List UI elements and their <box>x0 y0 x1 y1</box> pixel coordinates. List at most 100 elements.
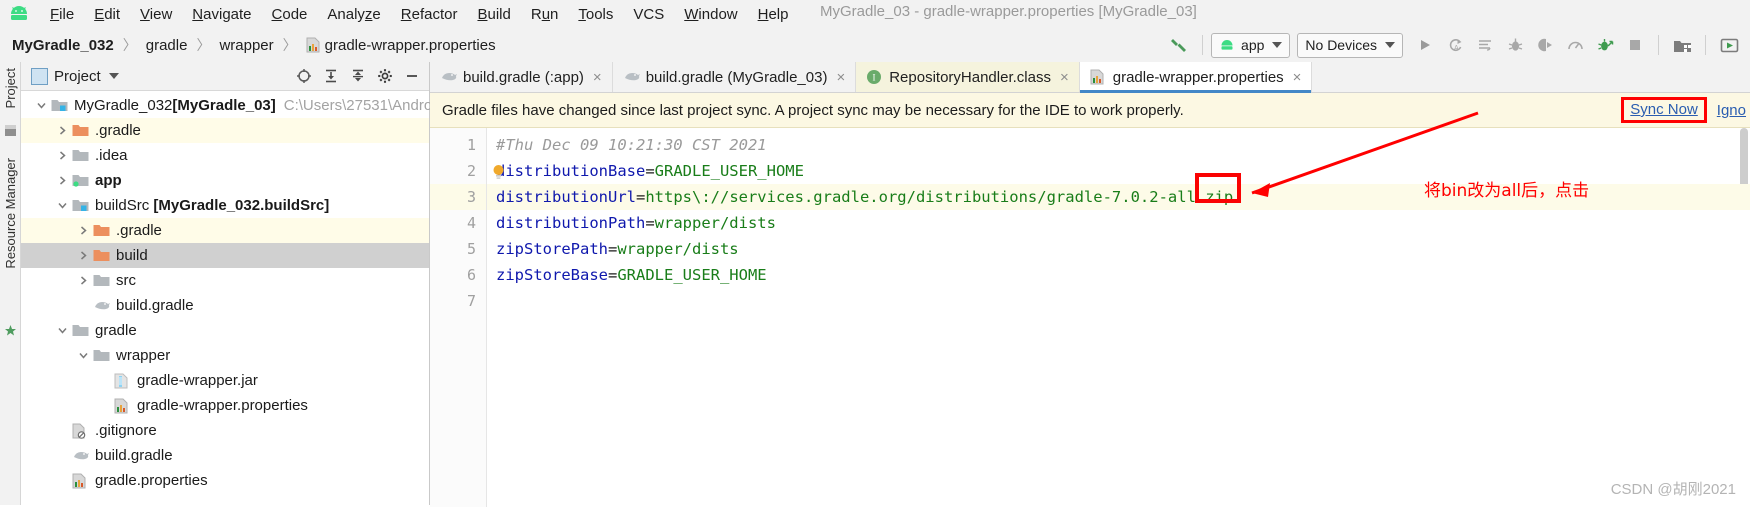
folder-gray-icon <box>93 273 110 289</box>
chevron-right-icon[interactable] <box>77 249 90 262</box>
code-line[interactable] <box>487 288 1750 314</box>
sync-now-link[interactable]: Sync Now <box>1630 101 1698 118</box>
collapse-all-icon[interactable] <box>344 63 371 89</box>
editor-tabbar[interactable]: build.gradle (:app) × build.gradle (MyGrad… <box>430 62 1750 93</box>
line-number-gutter: 1 2 3 4 5 6 7 <box>430 128 487 507</box>
menu-item-help[interactable]: Help <box>748 4 799 25</box>
annotation-note: 将bin改为all后，点击 <box>1424 181 1590 201</box>
tree-item[interactable]: app <box>21 168 429 193</box>
bookmark-icon[interactable] <box>4 324 17 337</box>
attach-debugger-icon[interactable] <box>1530 32 1560 58</box>
tree-item[interactable]: build.gradle <box>21 443 429 468</box>
editor-tab-1[interactable]: build.gradle (MyGradle_03) × <box>612 62 857 92</box>
rail-resource-manager-label[interactable]: Resource Manager <box>3 158 18 269</box>
code-line[interactable]: zipStoreBase=GRADLE_USER_HOME <box>487 262 1750 288</box>
profiler-icon[interactable] <box>1560 32 1590 58</box>
code-line[interactable]: distributionPath=wrapper/dists <box>487 210 1750 236</box>
editor-tab-0[interactable]: build.gradle (:app) × <box>430 62 613 92</box>
chevron-down-icon[interactable] <box>35 99 48 112</box>
menu-item-file[interactable]: File <box>40 4 84 25</box>
menu-item-edit[interactable]: Edit <box>84 4 130 25</box>
hide-panel-icon[interactable] <box>398 63 425 89</box>
menu-item-vcs[interactable]: VCS <box>623 4 674 25</box>
debug-icon[interactable] <box>1500 32 1530 58</box>
editor-tab-label: RepositoryHandler.class <box>889 68 1051 86</box>
close-icon[interactable]: × <box>593 69 602 86</box>
breadcrumb-item-2[interactable]: wrapper <box>219 37 273 54</box>
line-number: 4 <box>466 214 476 232</box>
tree-item-label: .gitignore <box>95 422 157 439</box>
folder-gray-icon <box>72 323 89 339</box>
breadcrumb-item-0[interactable]: MyGradle_032 <box>12 37 114 54</box>
intention-bulb-icon[interactable] <box>492 163 505 180</box>
menu-item-analyze[interactable]: Analyze <box>317 4 390 25</box>
chevron-down-icon[interactable] <box>77 349 90 362</box>
properties-file-icon <box>114 398 131 414</box>
settings-gear-icon[interactable] <box>371 63 398 89</box>
stop-button[interactable] <box>1620 32 1650 58</box>
ignore-link[interactable]: Igno <box>1717 102 1746 119</box>
tree-item[interactable]: wrapper <box>21 343 429 368</box>
close-icon[interactable]: × <box>836 69 845 86</box>
breadcrumb-item-3[interactable]: gradle-wrapper.properties <box>306 37 496 54</box>
sdk-manager-icon[interactable] <box>1667 32 1697 58</box>
menu-item-refactor[interactable]: Refactor <box>391 4 468 25</box>
code-line[interactable]: #Thu Dec 09 10:21:30 CST 2021 <box>487 132 1750 158</box>
menu-item-build[interactable]: Build <box>467 4 520 25</box>
structure-icon[interactable] <box>4 124 17 137</box>
editor-tab-3[interactable]: gradle-wrapper.properties × <box>1079 62 1313 93</box>
breadcrumb[interactable]: MyGradle_032 〉 gradle 〉 wrapper 〉 gradle-wrapp… <box>0 35 496 55</box>
run-with-coverage-icon[interactable] <box>1590 32 1620 58</box>
menu-item-run[interactable]: Run <box>521 4 569 25</box>
menu-item-window[interactable]: Window <box>674 4 747 25</box>
module-selector[interactable]: app <box>1211 32 1291 58</box>
tree-item[interactable]: .gradle <box>21 118 429 143</box>
apply-changes-icon[interactable]: A <box>1440 32 1470 58</box>
chevron-right-icon[interactable] <box>56 174 69 187</box>
menu-item-navigate[interactable]: Navigate <box>182 4 261 25</box>
close-icon[interactable]: × <box>1060 69 1069 86</box>
run-button[interactable] <box>1410 32 1440 58</box>
sync-now-highlight-box: Sync Now <box>1621 97 1707 123</box>
tree-item[interactable]: gradle-wrapper.jar <box>21 368 429 393</box>
tree-item[interactable]: gradle.properties <box>21 468 429 493</box>
tree-item[interactable]: .gitignore <box>21 418 429 443</box>
tree-item[interactable]: gradle-wrapper.properties <box>21 393 429 418</box>
close-icon[interactable]: × <box>1293 69 1302 86</box>
gradle-file-icon <box>72 448 89 464</box>
android-module-icon <box>1219 39 1235 51</box>
editor-tab-2[interactable]: I RepositoryHandler.class × <box>856 62 1080 92</box>
expand-all-icon[interactable] <box>317 63 344 89</box>
build-hammer-icon[interactable] <box>1164 32 1194 58</box>
menu-item-tools[interactable]: Tools <box>568 4 623 25</box>
tree-item[interactable]: build <box>21 243 429 268</box>
chevron-down-icon[interactable] <box>108 73 119 79</box>
breadcrumb-item-1[interactable]: gradle <box>146 37 188 54</box>
chevron-down-icon[interactable] <box>56 324 69 337</box>
menu-item-view[interactable]: View <box>130 4 182 25</box>
chevron-right-icon[interactable] <box>77 224 90 237</box>
project-tree[interactable]: MyGradle_032[MyGradle_03] C:\Users\27531\… <box>21 91 444 493</box>
select-opened-file-icon[interactable] <box>290 63 317 89</box>
tree-item[interactable]: build.gradle <box>21 293 429 318</box>
avd-manager-icon[interactable] <box>1714 32 1744 58</box>
gitignore-file-icon <box>72 423 89 439</box>
tree-item[interactable]: .gradle <box>21 218 429 243</box>
tree-item[interactable]: gradle <box>21 318 429 343</box>
breadcrumb-separator: 〉 <box>196 37 211 53</box>
tree-item[interactable]: buildSrc [MyGradle_032.buildSrc] <box>21 193 429 218</box>
chevron-right-icon[interactable] <box>77 274 90 287</box>
apply-code-changes-icon[interactable] <box>1470 32 1500 58</box>
chevron-down-icon[interactable] <box>56 199 69 212</box>
chevron-right-icon[interactable] <box>56 124 69 137</box>
tree-item[interactable]: src <box>21 268 429 293</box>
tree-item-label: src <box>116 272 136 289</box>
code-line[interactable]: zipStorePath=wrapper/dists <box>487 236 1750 262</box>
chevron-right-icon[interactable] <box>56 149 69 162</box>
rail-project-label[interactable]: Project <box>3 68 18 108</box>
tree-item[interactable]: MyGradle_032[MyGradle_03] C:\Users\27531\… <box>21 93 444 118</box>
tree-item[interactable]: .idea <box>21 143 429 168</box>
tree-item-label: .gradle <box>95 122 141 139</box>
device-selector[interactable]: No Devices <box>1297 32 1403 58</box>
menu-item-code[interactable]: Code <box>262 4 318 25</box>
